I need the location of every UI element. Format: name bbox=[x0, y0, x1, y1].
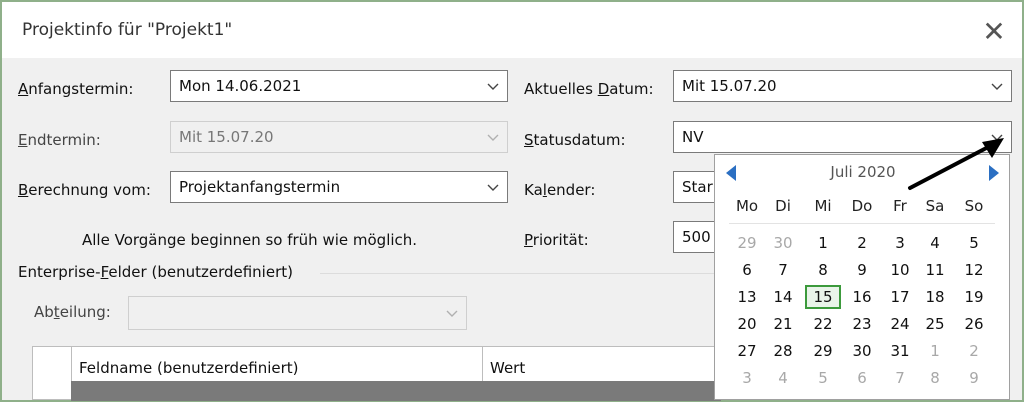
weekday-header: Di bbox=[775, 197, 791, 215]
calendar-day[interactable]: 24 bbox=[882, 312, 918, 336]
calendar-day[interactable]: 9 bbox=[956, 366, 992, 390]
weekday-header: Do bbox=[851, 197, 873, 215]
status-date-value: NV bbox=[682, 128, 704, 146]
custom-fields-table[interactable]: Feldname (benutzerdefiniert) Wert bbox=[32, 346, 722, 401]
group-divider bbox=[320, 273, 720, 274]
chevron-down-icon bbox=[446, 310, 458, 317]
weekday-header: Sa bbox=[925, 197, 945, 215]
schedule-from-combo[interactable]: Projektanfangstermin bbox=[170, 171, 508, 203]
chevron-down-icon bbox=[991, 83, 1003, 90]
title-bar: Projektinfo für "Projekt1" ✕ bbox=[2, 2, 1022, 58]
weekday-header: Mo bbox=[735, 197, 759, 215]
chevron-down-icon bbox=[487, 83, 499, 90]
chevron-down-icon bbox=[487, 134, 499, 141]
calendar-day[interactable]: 19 bbox=[956, 285, 992, 309]
department-label: Abteilung: bbox=[34, 303, 111, 321]
start-date-combo[interactable]: Mon 14.06.2021 bbox=[170, 70, 508, 102]
calendar-day[interactable]: 10 bbox=[882, 258, 918, 282]
schedule-from-value: Projektanfangstermin bbox=[179, 178, 341, 196]
column-header-value-label: Wert bbox=[490, 359, 526, 377]
end-date-combo: Mit 15.07.20 bbox=[170, 121, 508, 153]
calendar-day[interactable]: 2 bbox=[844, 231, 880, 255]
calendar-day[interactable]: 22 bbox=[805, 312, 841, 336]
start-date-label: Anfangstermin: bbox=[18, 80, 134, 98]
calendar-day[interactable]: 30 bbox=[765, 231, 801, 255]
calendar-day[interactable]: 8 bbox=[917, 366, 953, 390]
calendar-day[interactable]: 31 bbox=[882, 339, 918, 363]
end-date-value: Mit 15.07.20 bbox=[179, 128, 274, 146]
row-header-corner bbox=[33, 347, 72, 381]
calendar-day[interactable]: 18 bbox=[917, 285, 953, 309]
calendar-day[interactable]: 21 bbox=[765, 312, 801, 336]
department-combo bbox=[128, 296, 467, 330]
calendar-day[interactable]: 5 bbox=[956, 231, 992, 255]
column-header-fieldname-label: Feldname (benutzerdefiniert) bbox=[79, 359, 299, 377]
calendar-day[interactable]: 29 bbox=[805, 339, 841, 363]
calendar-day[interactable]: 4 bbox=[917, 231, 953, 255]
current-date-label: Aktuelles Datum: bbox=[524, 80, 654, 98]
calendar-day[interactable]: 23 bbox=[844, 312, 880, 336]
status-date-label: Statusdatum: bbox=[524, 131, 626, 149]
calendar-day[interactable]: 14 bbox=[765, 285, 801, 309]
calendar-day[interactable]: 6 bbox=[844, 366, 880, 390]
calendar-day[interactable]: 4 bbox=[765, 366, 801, 390]
enterprise-fields-group-label: Enterprise-Felder (benutzerdefiniert) bbox=[18, 263, 293, 281]
calendar-day[interactable]: 27 bbox=[729, 339, 765, 363]
calendar-day[interactable]: 1 bbox=[917, 339, 953, 363]
calendar-day[interactable]: 3 bbox=[882, 231, 918, 255]
calendar-label: Kalender: bbox=[524, 181, 596, 199]
calendar-day[interactable]: 25 bbox=[917, 312, 953, 336]
calendar-day[interactable]: 9 bbox=[844, 258, 880, 282]
calendar-day[interactable]: 30 bbox=[844, 339, 880, 363]
weekday-header: So bbox=[964, 197, 984, 215]
weekday-header: Fr bbox=[893, 197, 907, 215]
calendar-day[interactable]: 20 bbox=[729, 312, 765, 336]
calendar-value: Star bbox=[682, 178, 713, 196]
calendar-day[interactable]: 2 bbox=[956, 339, 992, 363]
calendar-day[interactable]: 28 bbox=[765, 339, 801, 363]
end-date-label: Endtermin: bbox=[18, 131, 101, 149]
window-title: Projektinfo für "Projekt1" bbox=[22, 20, 233, 40]
calendar-day[interactable]: 8 bbox=[805, 258, 841, 282]
weekday-divider bbox=[729, 223, 995, 224]
weekday-header: Mi bbox=[814, 197, 832, 215]
calendar-day[interactable]: 11 bbox=[917, 258, 953, 282]
current-date-value: Mit 15.07.20 bbox=[682, 77, 777, 95]
calendar-day[interactable]: 7 bbox=[765, 258, 801, 282]
priority-value: 500 bbox=[682, 228, 711, 246]
priority-label: Priorität: bbox=[524, 231, 589, 249]
start-date-value: Mon 14.06.2021 bbox=[179, 77, 302, 95]
schedule-from-label: Berechnung vom: bbox=[18, 181, 151, 199]
close-icon[interactable]: ✕ bbox=[974, 14, 1014, 50]
column-header-value[interactable]: Wert bbox=[482, 347, 721, 381]
calendar-day[interactable]: 13 bbox=[729, 285, 765, 309]
calendar-day[interactable]: 26 bbox=[956, 312, 992, 336]
calendar-day[interactable]: 3 bbox=[729, 366, 765, 390]
calendar-day[interactable]: 17 bbox=[882, 285, 918, 309]
schedule-note: Alle Vorgänge beginnen so früh wie mögli… bbox=[82, 231, 418, 249]
table-row[interactable] bbox=[71, 381, 721, 401]
calendar-day[interactable]: 16 bbox=[844, 285, 880, 309]
calendar-day[interactable]: 7 bbox=[882, 366, 918, 390]
calendar-day[interactable]: 29 bbox=[729, 231, 765, 255]
calendar-day-today[interactable]: 15 bbox=[805, 285, 841, 309]
calendar-day[interactable]: 1 bbox=[805, 231, 841, 255]
calendar-day[interactable]: 6 bbox=[729, 258, 765, 282]
current-date-combo[interactable]: Mit 15.07.20 bbox=[673, 70, 1012, 102]
annotation-arrow-icon bbox=[908, 138, 1004, 190]
calendar-day[interactable]: 5 bbox=[805, 366, 841, 390]
calendar-day[interactable]: 12 bbox=[956, 258, 992, 282]
chevron-down-icon bbox=[487, 184, 499, 191]
column-header-fieldname[interactable]: Feldname (benutzerdefiniert) bbox=[71, 347, 483, 381]
